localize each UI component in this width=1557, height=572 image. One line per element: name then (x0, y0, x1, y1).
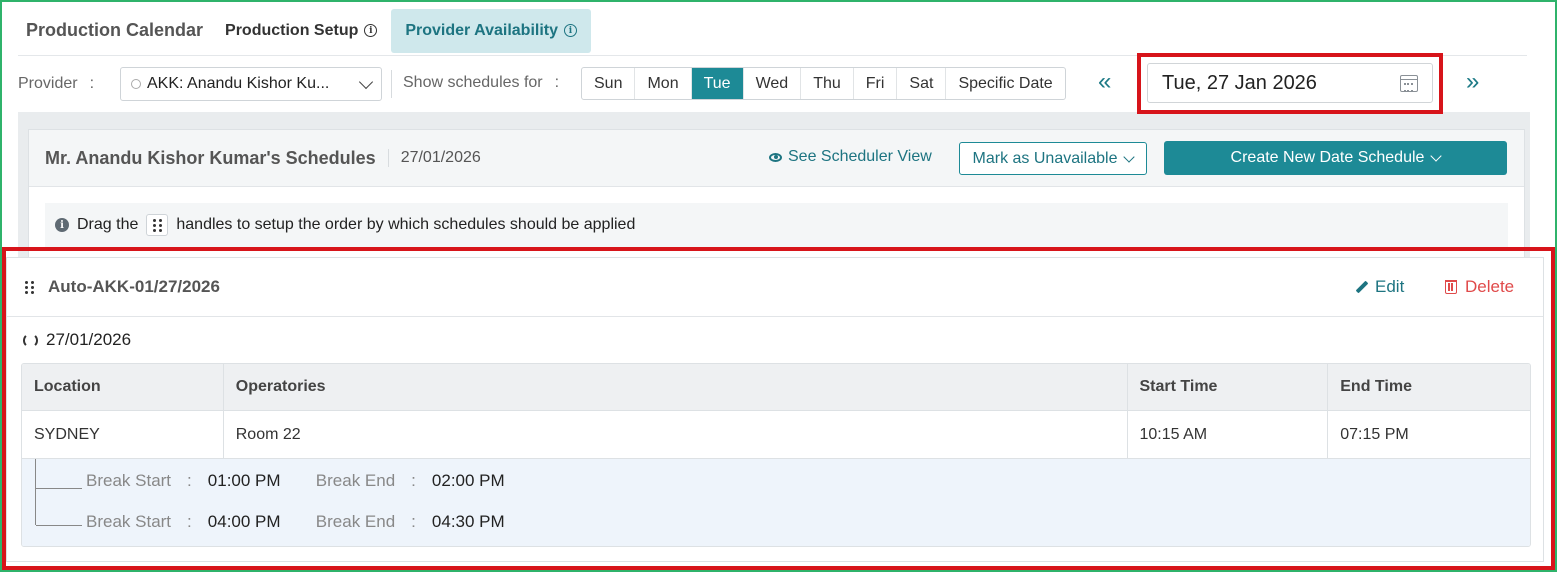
day-button-tue[interactable]: Tue (691, 68, 744, 99)
info-icon: i (564, 24, 578, 37)
column-header-start-time: Start Time (1127, 364, 1329, 411)
edit-button[interactable]: Edit (1355, 277, 1404, 297)
show-schedules-label: Show schedules for (403, 74, 543, 91)
break-colon: : (187, 512, 192, 531)
schedules-card-header: Mr. Anandu Kishor Kumar's Schedules 27/0… (29, 130, 1524, 187)
calendar-icon[interactable] (1400, 74, 1418, 92)
column-header-end-time: End Time (1328, 364, 1530, 411)
show-schedules-label-group: Show schedules for : (403, 74, 559, 92)
break-end-value: 04:30 PM (431, 512, 505, 531)
date-picker-input[interactable]: Tue, 27 Jan 2026 (1147, 63, 1433, 103)
break-start-label: Break Start (86, 512, 172, 531)
chevron-down-icon (1430, 150, 1443, 162)
break-colon: : (187, 471, 192, 490)
tab-provider-availability[interactable]: Provider Availability i (391, 8, 592, 53)
cell-start-time: 10:15 AM (1128, 411, 1329, 458)
break-colon: : (411, 471, 416, 490)
edit-label: Edit (1375, 277, 1405, 296)
break-start-label: Break Start (86, 471, 172, 490)
radio-dot-icon (131, 79, 141, 89)
column-header-location: Location (22, 364, 224, 411)
previous-date-button[interactable]: « (1098, 70, 1111, 94)
cell-location: SYDNEY (22, 411, 224, 458)
schedule-table: Location Operatories Start Time End Time… (21, 363, 1531, 547)
mark-unavailable-button[interactable]: Mark as Unavailable (959, 142, 1147, 175)
schedules-card-title: Mr. Anandu Kishor Kumar's Schedules (45, 147, 376, 168)
create-new-date-schedule-label: Create New Date Schedule (1230, 149, 1425, 166)
delete-label: Delete (1465, 277, 1515, 296)
next-date-button[interactable]: » (1466, 70, 1479, 94)
provider-label: Provider (18, 75, 78, 92)
recurrence-row: 27/01/2026 (23, 330, 131, 350)
provider-colon: : (89, 75, 95, 92)
tab-production-calendar[interactable]: Production Calendar (18, 20, 211, 41)
breaks-section: Break Start : 01:00 PM Break End : 02:00… (22, 458, 1530, 546)
cell-operatories: Room 22 (224, 411, 1128, 458)
info-filled-icon: i (55, 218, 69, 232)
chevron-down-icon (358, 74, 374, 89)
schedule-panel: Auto-AKK-01/27/2026 Edit Delete 27/01/20… (6, 257, 1544, 562)
break-row: Break Start : 04:00 PM Break End : 04:30… (86, 512, 505, 532)
column-header-operatories: Operatories (223, 364, 1128, 411)
day-button-specific-date[interactable]: Specific Date (946, 68, 1064, 99)
eye-icon (769, 152, 782, 162)
filter-row: Provider : (18, 64, 94, 104)
mark-unavailable-label: Mark as Unavailable (972, 149, 1118, 167)
delete-button[interactable]: Delete (1445, 277, 1514, 297)
show-schedules-colon: : (554, 74, 560, 91)
see-scheduler-view-link[interactable]: See Scheduler View (769, 148, 932, 166)
day-button-sat[interactable]: Sat (897, 68, 947, 99)
date-picker-value: Tue, 27 Jan 2026 (1162, 71, 1317, 94)
top-tab-bar: Production Calendar Production Setup i P… (18, 6, 1527, 56)
break-end-label: Break End (315, 471, 396, 490)
day-button-sun[interactable]: Sun (582, 68, 636, 99)
table-header-row: Location Operatories Start Time End Time (22, 364, 1530, 411)
sync-icon (23, 332, 38, 348)
drag-hint-text-after: handles to setup the order by which sche… (176, 216, 636, 233)
drag-hint: i Drag the handles to setup the order by… (45, 203, 1508, 247)
schedule-title: Auto-AKK-01/27/2026 (48, 277, 220, 296)
break-end-label: Break End (315, 512, 396, 531)
break-row: Break Start : 01:00 PM Break End : 02:00… (86, 471, 505, 491)
break-end-value: 02:00 PM (431, 471, 505, 490)
schedule-panel-header: Auto-AKK-01/27/2026 Edit Delete (7, 258, 1543, 317)
day-button-mon[interactable]: Mon (635, 68, 692, 99)
drag-handle-icon (146, 214, 169, 236)
drag-hint-text-before: Drag the (77, 216, 139, 233)
day-button-wed[interactable]: Wed (744, 68, 802, 99)
filter-divider (391, 70, 392, 98)
info-icon: i (364, 24, 378, 37)
trash-icon (1445, 280, 1457, 294)
recurrence-date: 27/01/2026 (46, 330, 132, 349)
chevron-down-icon (1123, 150, 1136, 163)
drag-handle-icon[interactable] (25, 280, 34, 294)
schedules-card-date: 27/01/2026 (387, 149, 481, 167)
provider-select[interactable]: AKK: Anandu Kishor Ku... (120, 67, 382, 101)
tab-production-setup[interactable]: Production Setup i (211, 9, 391, 53)
tab-production-setup-label: Production Setup (225, 21, 359, 39)
table-row: SYDNEY Room 22 10:15 AM 07:15 PM (22, 411, 1530, 458)
break-start-value: 04:00 PM (207, 512, 281, 531)
pencil-icon (1355, 280, 1369, 294)
tab-provider-availability-label: Provider Availability (405, 21, 559, 39)
see-scheduler-view-label: See Scheduler View (788, 148, 932, 165)
day-selector: Sun Mon Tue Wed Thu Fri Sat Specific Date (581, 67, 1066, 100)
break-start-value: 01:00 PM (207, 471, 281, 490)
create-new-date-schedule-button[interactable]: Create New Date Schedule (1164, 141, 1507, 175)
provider-select-value: AKK: Anandu Kishor Ku... (147, 75, 330, 92)
tree-connector (35, 459, 82, 526)
cell-end-time: 07:15 PM (1340, 425, 1409, 443)
break-colon: : (411, 512, 416, 531)
day-button-thu[interactable]: Thu (801, 68, 854, 99)
day-button-fri[interactable]: Fri (854, 68, 898, 99)
